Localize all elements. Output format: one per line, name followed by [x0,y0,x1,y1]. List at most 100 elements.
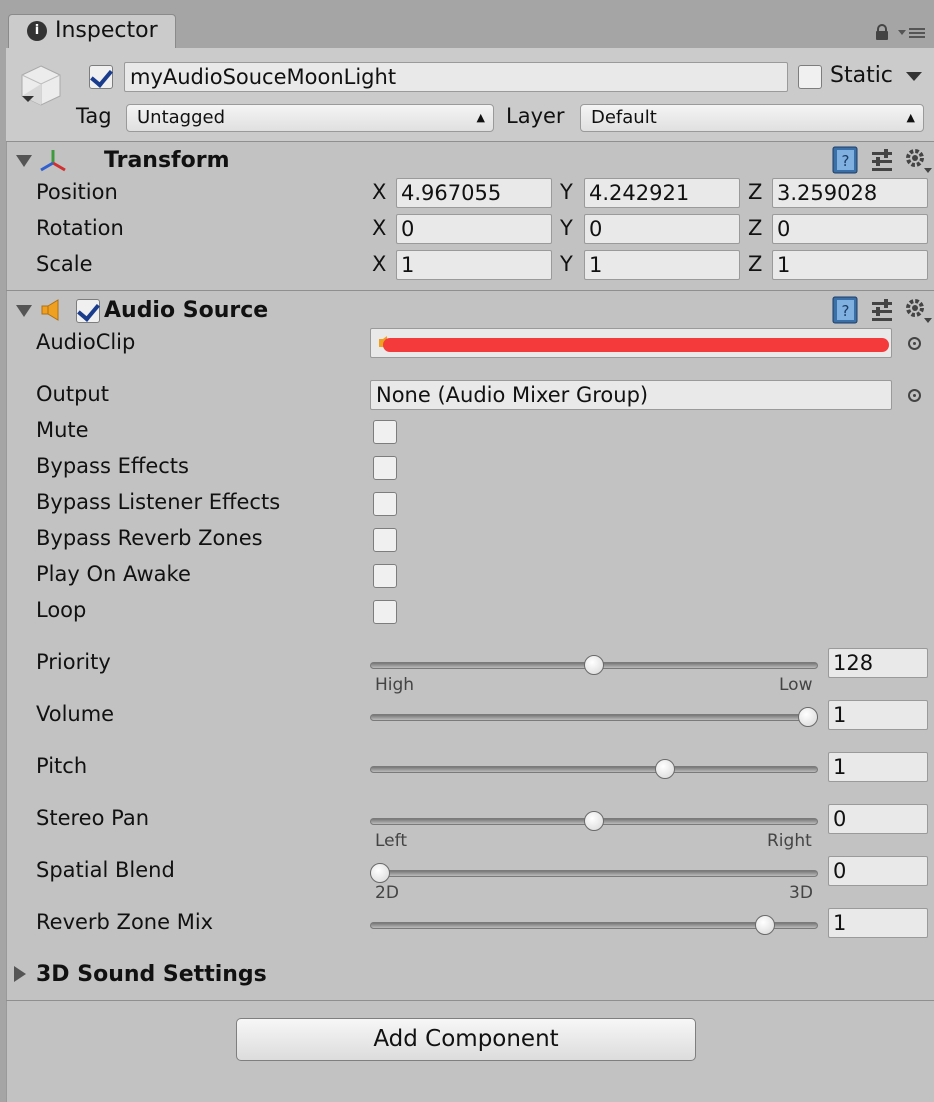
settings-gear-icon[interactable] [904,296,932,324]
audio-source-enabled-checkbox[interactable] [76,299,100,323]
audio-clip-field[interactable] [370,328,892,358]
mute-label: Mute [36,418,89,442]
rotation-label: Rotation [36,216,124,240]
stereo-pan-min-hint: Left [375,831,407,851]
static-checkbox[interactable] [798,65,822,89]
scale-label: Scale [36,252,93,276]
tag-label: Tag [76,104,112,128]
priority-slider-thumb[interactable] [584,655,604,675]
pitch-slider-track[interactable] [370,766,818,773]
pitch-value-field[interactable]: 1 [828,752,928,782]
rotation-z-field[interactable]: 0 [772,214,928,244]
axis-z-label: Z [748,180,763,204]
layer-dropdown[interactable]: Default ▲ [580,104,924,132]
redacted-clip-name [383,338,889,352]
stereo-pan-value-field[interactable]: 0 [828,804,928,834]
panel-menu-icon[interactable] [898,26,928,40]
bypass-listener-effects-checkbox[interactable] [373,492,397,516]
lock-icon[interactable] [874,24,890,40]
priority-min-hint: High [375,675,415,695]
position-label: Position [36,180,118,204]
transform-title: Transform [104,148,230,173]
priority-max-hint: Low [779,675,813,695]
preset-sliders-icon[interactable] [870,298,894,324]
mute-checkbox[interactable] [373,420,397,444]
axis-x-label: X [372,252,387,276]
axis-x-label: X [372,180,387,204]
dropdown-arrows-icon: ▲ [906,111,915,124]
volume-label: Volume [36,702,115,726]
position-x-field[interactable]: 4.967055 [396,178,552,208]
help-book-icon[interactable]: ? [832,146,858,174]
axis-x-label: X [372,216,387,240]
sound-settings-foldout-icon[interactable] [14,966,26,982]
object-picker-icon[interactable] [908,337,921,350]
pitch-label: Pitch [36,754,88,778]
speaker-icon [41,299,59,321]
scale-y-field[interactable]: 1 [584,250,740,280]
spatial-blend-max-hint: 3D [789,883,813,903]
settings-gear-icon[interactable] [904,146,932,174]
reverb-zone-mix-label: Reverb Zone Mix [36,910,214,934]
scale-x-field[interactable]: 1 [396,250,552,280]
dropdown-arrows-icon: ▲ [476,111,485,124]
stereo-pan-label: Stereo Pan [36,806,149,830]
rotation-x-field[interactable]: 0 [396,214,552,244]
volume-value-field[interactable]: 1 [828,700,928,730]
info-icon: i [27,21,47,41]
spatial-blend-label: Spatial Blend [36,858,175,882]
axis-y-label: Y [560,252,573,276]
transform-foldout-icon[interactable] [16,155,32,167]
axis-y-label: Y [560,216,573,240]
spatial-blend-value-field[interactable]: 0 [828,856,928,886]
object-picker-icon[interactable] [908,389,921,402]
output-field[interactable]: None (Audio Mixer Group) [370,380,892,410]
active-checkbox[interactable] [89,65,113,89]
reverb-zone-mix-value-field[interactable]: 1 [828,908,928,938]
position-z-field[interactable]: 3.259028 [772,178,928,208]
reverb-zone-mix-slider-track[interactable] [370,922,818,929]
loop-checkbox[interactable] [373,600,397,624]
axis-z-label: Z [748,216,763,240]
preset-sliders-icon[interactable] [870,148,894,174]
bypass-reverb-zones-checkbox[interactable] [373,528,397,552]
static-label: Static [830,63,893,88]
bypass-effects-label: Bypass Effects [36,454,189,478]
tag-dropdown[interactable]: Untagged ▲ [126,104,494,132]
layer-label: Layer [506,104,565,128]
sound-settings-label[interactable]: 3D Sound Settings [36,962,267,987]
spatial-blend-slider-thumb[interactable] [370,863,390,883]
audio-source-title: Audio Source [104,298,269,323]
tag-value: Untagged [137,107,226,128]
position-y-field[interactable]: 4.242921 [584,178,740,208]
volume-slider-track[interactable] [370,714,818,721]
axis-z-label: Z [748,252,763,276]
play-on-awake-checkbox[interactable] [373,564,397,588]
priority-value-field[interactable]: 128 [828,648,928,678]
stereo-pan-max-hint: Right [767,831,812,851]
audio-source-foldout-icon[interactable] [16,305,32,317]
section-divider [6,1000,934,1001]
scale-z-field[interactable]: 1 [772,250,928,280]
loop-label: Loop [36,598,87,622]
tab-inspector[interactable]: i Inspector [8,14,176,48]
pitch-slider-thumb[interactable] [654,759,675,779]
audio-clip-label: AudioClip [36,330,136,354]
add-component-button[interactable]: Add Component [236,1018,696,1061]
spatial-blend-slider-track[interactable] [370,870,818,877]
svg-text:?: ? [842,152,850,170]
priority-label: Priority [36,650,111,674]
volume-slider-thumb[interactable] [798,707,818,727]
svg-text:?: ? [842,302,850,320]
bypass-effects-checkbox[interactable] [373,456,397,480]
rotation-y-field[interactable]: 0 [584,214,740,244]
tab-label: Inspector [55,18,158,43]
bypass-reverb-zones-label: Bypass Reverb Zones [36,526,263,550]
object-name-field[interactable]: myAudioSouceMoonLight [124,62,788,92]
layer-value: Default [591,107,657,128]
help-book-icon[interactable]: ? [832,296,858,324]
static-dropdown-arrow-icon[interactable] [906,72,922,81]
transform-axes-icon [40,150,66,172]
stereo-pan-slider-thumb[interactable] [584,811,604,831]
axis-y-label: Y [560,180,573,204]
